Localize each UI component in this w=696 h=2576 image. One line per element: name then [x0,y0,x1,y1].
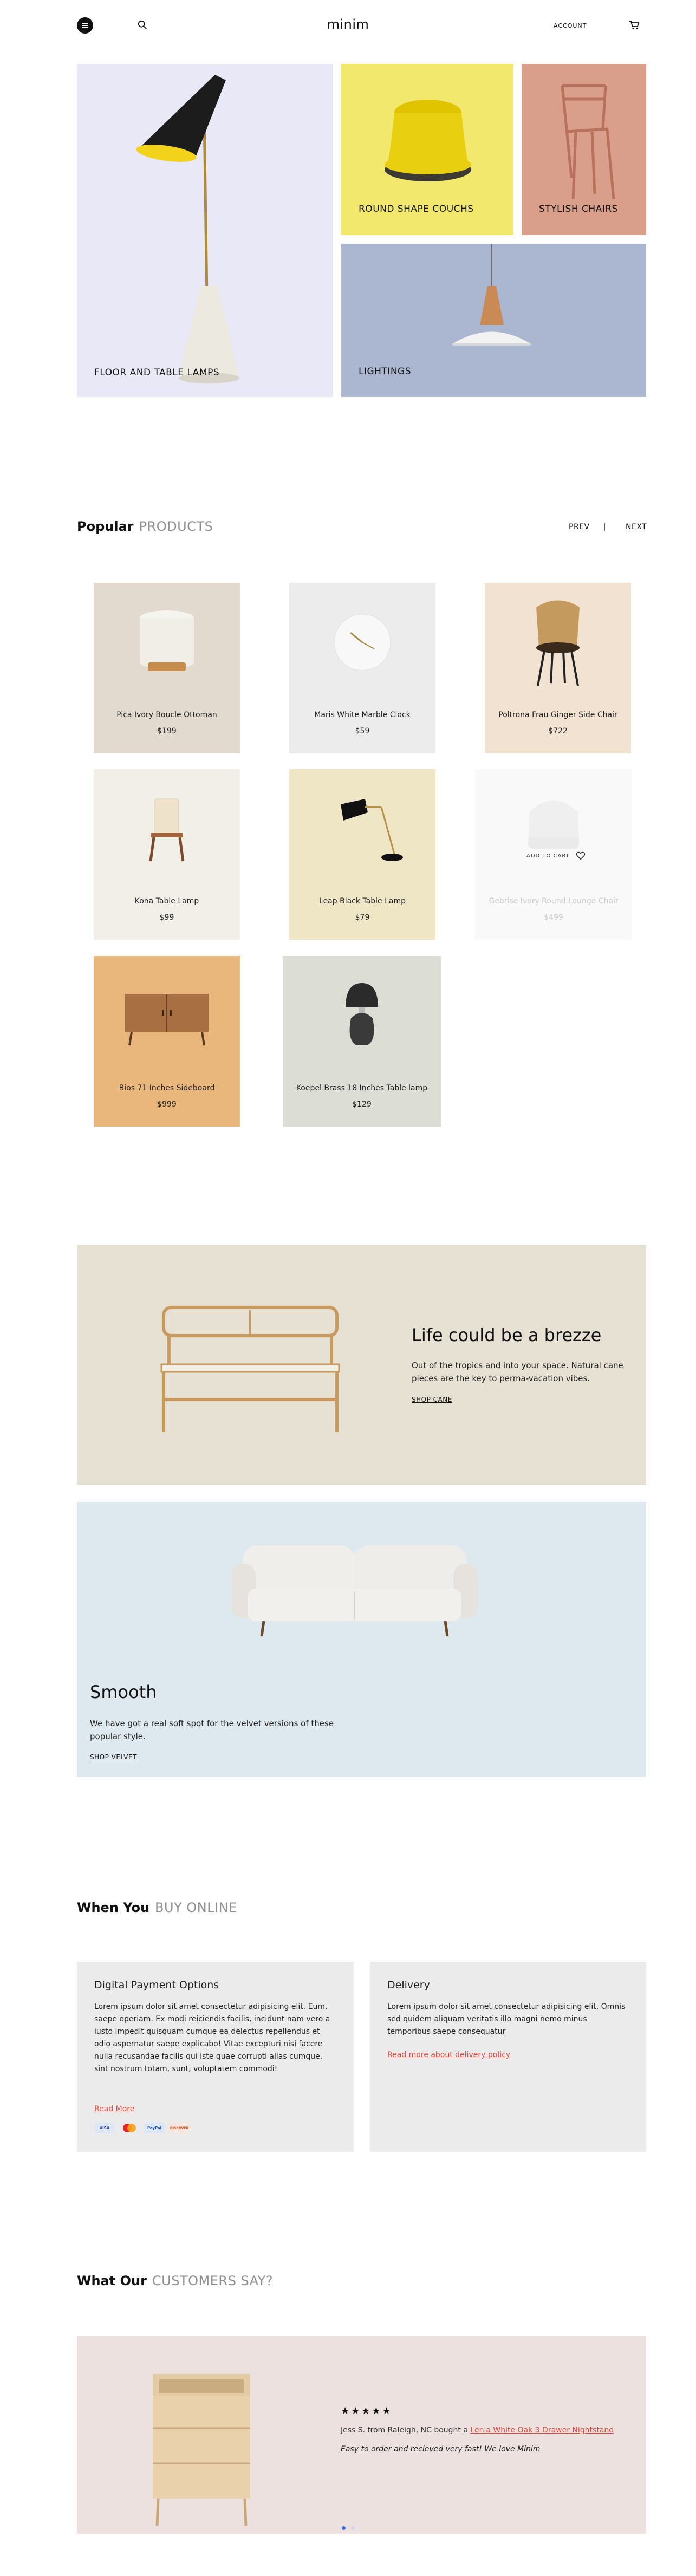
banner-text: We have got a real soft spot for the vel… [90,1719,334,1741]
product-card[interactable]: Kona Table Lamp $99 [94,769,240,940]
product-card-hover[interactable]: ADD TO CART Gebrise Ivory Round Lounge C… [475,769,632,940]
read-more-link[interactable]: Read More [94,2105,134,2113]
visa-icon: VISA [94,2123,115,2133]
product-name[interactable]: Kona Table Lamp [94,897,240,906]
pager-separator: | [603,523,607,531]
section-title-strong: Popular [77,519,134,534]
paypal-icon: PayPal [144,2123,165,2133]
cane-bench-image [160,1306,340,1432]
product-price: $59 [355,727,370,736]
product-price: $129 [352,1100,372,1109]
product-price: $499 [544,913,563,922]
product-name[interactable]: Koepel Brass 18 Inches Table lamp [283,1084,441,1092]
box-text: Lorem ipsum dolor sit amet consectetur a… [387,2002,626,2036]
buy-online-section-title: When You BUY ONLINE [77,1900,237,1915]
tile-label: LIGHTINGS [359,366,412,377]
product-name[interactable]: Bios 71 Inches Sideboard [94,1084,240,1092]
banner-heading: Smooth [90,1682,157,1702]
banner-heading: Life could be a brezze [412,1325,602,1345]
testimonial-quote: Easy to order and recieved very fast! We… [341,2445,541,2454]
section-title-muted: PRODUCTS [139,519,213,534]
author-text: Jess S. from Raleigh, NC bought a [341,2426,468,2435]
product-card[interactable]: Poltrona Frau Ginger Side Chair $722 [485,583,631,753]
shop-velvet-link[interactable]: SHOP VELVET [90,1753,137,1761]
box-heading: Digital Payment Options [94,1979,219,1991]
product-price: $722 [548,727,568,736]
tile-label: FLOOR AND TABLE LAMPS [94,367,220,378]
site-header: minim ACCOUNT [0,0,696,52]
testimonials-section-title: What Our CUSTOMERS SAY? [77,2273,273,2288]
mastercard-icon [119,2123,140,2133]
banner-text: Out of the tropics and into your space. … [412,1361,623,1383]
banner-velvet: Smooth We have got a real soft spot for … [77,1502,646,1777]
testimonial-slide: ★★★★★ Jess S. from Raleigh, NC bought a … [77,2336,646,2534]
brass-table-lamp-image [283,956,441,1075]
account-link[interactable]: ACCOUNT [554,22,587,29]
add-to-cart-button[interactable]: ADD TO CART [526,853,570,859]
carousel-dots [0,2526,696,2530]
site-logo[interactable]: minim [0,17,696,32]
category-tile-lamps[interactable]: FLOOR AND TABLE LAMPS [77,64,333,397]
section-title-strong: When You [77,1900,150,1915]
floor-lamp-image [136,75,239,383]
section-title-strong: What Our [77,2273,147,2288]
heart-icon[interactable] [576,851,586,861]
section-title-muted: BUY ONLINE [155,1900,237,1915]
delivery-box: Delivery Lorem ipsum dolor sit amet cons… [370,1962,646,2152]
box-text: Lorem ipsum dolor sit amet consectetur a… [94,2002,330,2073]
product-link[interactable]: Lenia White Oak 3 Drawer Nightstand [470,2426,614,2435]
rating-stars: ★★★★★ [341,2405,393,2417]
section-title-muted: CUSTOMERS SAY? [152,2273,274,2288]
carousel-dot[interactable] [350,2526,355,2530]
tile-label: STYLISH CHAIRS [539,204,618,214]
product-card[interactable]: Leap Black Table Lamp $79 [289,769,435,940]
prev-button[interactable]: PREV [569,523,590,531]
product-price: $199 [157,727,177,736]
product-card[interactable]: Maris White Marble Clock $59 [289,583,435,753]
product-card[interactable]: Pica Ivory Boucle Ottoman $199 [94,583,240,753]
product-name[interactable]: Poltrona Frau Ginger Side Chair [485,711,631,719]
velvet-sofa-image [231,1545,478,1637]
category-tile-lightings[interactable]: LIGHTINGS [341,244,646,397]
category-tile-couchs[interactable]: ROUND SHAPE COUCHS [341,64,513,235]
banner-cane: Life could be a brezze Out of the tropic… [77,1245,646,1485]
carousel-dot-active[interactable] [341,2526,346,2530]
ottoman-image [94,583,240,702]
box-heading: Delivery [387,1979,430,1991]
testimonial-author: Jess S. from Raleigh, NC bought a Lenia … [341,2426,614,2435]
black-table-lamp-image [289,769,435,888]
product-price: $79 [355,913,370,922]
shop-cane-link[interactable]: SHOP CANE [412,1396,452,1403]
popular-section-title: Popular PRODUCTS [77,519,213,534]
table-lamp-image [94,769,240,888]
product-price: $99 [159,913,174,922]
category-tile-chairs[interactable]: STYLISH CHAIRS [522,64,646,235]
product-name[interactable]: Pica Ivory Boucle Ottoman [94,711,240,719]
product-card[interactable]: Koepel Brass 18 Inches Table lamp $129 [283,956,441,1127]
side-chair-image [485,583,631,702]
next-button[interactable]: NEXT [626,523,647,531]
delivery-policy-link[interactable]: Read more about delivery policy [387,2051,510,2059]
product-name[interactable]: Leap Black Table Lamp [289,897,435,906]
payment-methods: VISA PayPal DISCOVER [94,2123,190,2133]
marble-clock-image [289,583,435,702]
product-card[interactable]: Bios 71 Inches Sideboard $999 [94,956,240,1127]
payment-options-box: Digital Payment Options Lorem ipsum dolo… [77,1962,354,2152]
product-name[interactable]: Maris White Marble Clock [289,711,435,719]
sideboard-image [94,956,240,1075]
tile-label: ROUND SHAPE COUCHS [359,204,474,214]
cart-icon[interactable] [629,19,640,30]
lounge-chair-image [475,769,632,888]
product-name[interactable]: Gebrise Ivory Round Lounge Chair [475,897,632,906]
product-price: $999 [157,1100,177,1109]
discover-icon: DISCOVER [169,2123,190,2133]
nightstand-image [153,2374,250,2526]
